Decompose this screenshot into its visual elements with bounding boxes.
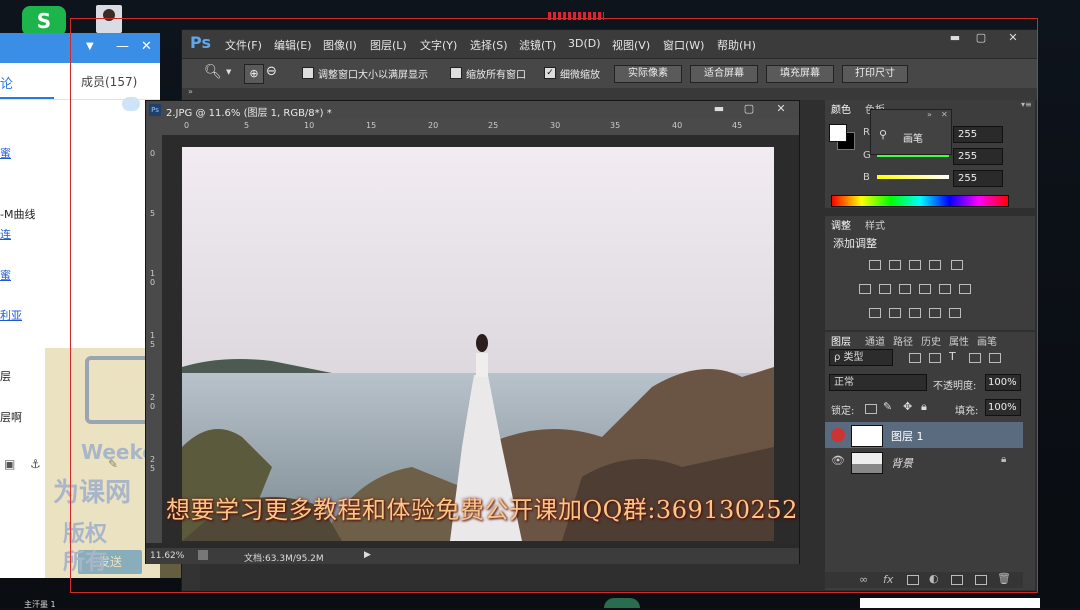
message-text: 层 — [0, 370, 11, 383]
message-text[interactable]: 连 — [0, 226, 11, 242]
subtitle-caption: 想要学习更多教程和体验免费公开课加QQ群:369130252 — [166, 496, 798, 524]
message-text[interactable]: 蜜 — [0, 267, 11, 283]
anchor-icon[interactable]: ⚓ — [30, 457, 41, 471]
tab-underline — [0, 97, 54, 99]
tab-discussion[interactable]: 论 — [0, 73, 13, 92]
message-text[interactable]: 蜜 — [0, 145, 11, 161]
taskbar-icon[interactable] — [604, 598, 640, 608]
app-icon[interactable]: S — [22, 6, 66, 36]
image-icon[interactable]: ▣ — [4, 457, 15, 471]
taskbar-label: 主汗墨 1 — [24, 600, 56, 609]
message-text: 层啊 — [0, 411, 22, 424]
taskbar-item[interactable] — [860, 598, 1040, 608]
message-text: -M曲线 — [0, 208, 36, 221]
message-text[interactable]: 利亚 — [0, 307, 22, 323]
